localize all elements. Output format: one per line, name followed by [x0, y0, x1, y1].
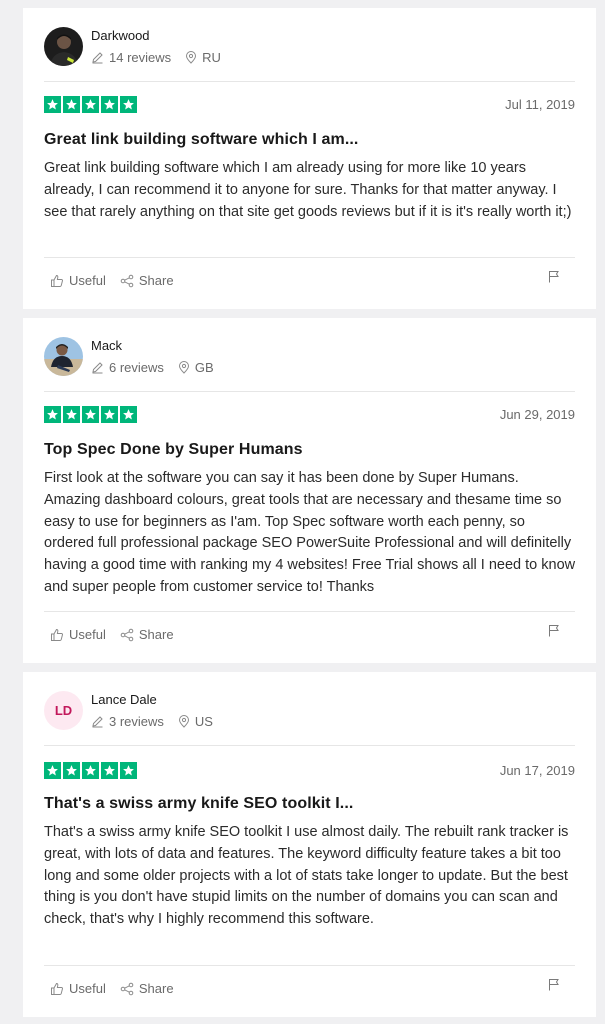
divider	[44, 745, 575, 746]
review-date: Jun 29, 2019	[499, 407, 575, 422]
review-count: 3 reviews	[109, 713, 164, 729]
country-code: GB	[194, 359, 214, 375]
useful-button[interactable]: Useful	[50, 981, 106, 996]
review-title[interactable]: Top Spec Done by Super Humans	[44, 441, 575, 459]
share-icon	[120, 982, 134, 995]
star-icon	[101, 762, 118, 779]
review-actions: Useful Share	[50, 627, 174, 642]
location-pin-icon	[178, 715, 189, 728]
pencil-icon	[92, 362, 103, 374]
pencil-icon	[92, 52, 103, 64]
star-icon	[63, 96, 80, 113]
divider	[44, 611, 575, 612]
thumbs-up-icon	[51, 982, 63, 995]
country-code: US	[194, 713, 213, 729]
consumer-name[interactable]: Lance Dale	[91, 692, 213, 708]
star-icon	[120, 762, 137, 779]
review-actions: Useful Share	[50, 981, 174, 996]
report-button[interactable]	[548, 624, 560, 642]
consumer-info[interactable]: Mack 6 reviews GB	[44, 337, 214, 376]
avatar[interactable]	[44, 337, 83, 376]
review-body: First look at the software you can say i…	[44, 470, 576, 595]
review-card: Mack 6 reviews GB Jun 29, 2019 Top Spec …	[23, 318, 596, 663]
star-rating	[44, 762, 137, 779]
report-button[interactable]	[548, 270, 560, 288]
useful-button[interactable]: Useful	[50, 627, 106, 642]
divider	[44, 965, 575, 966]
flag-icon	[549, 625, 559, 637]
review-actions: Useful Share	[50, 273, 174, 288]
avatar[interactable]	[44, 27, 83, 66]
share-button[interactable]: Share	[120, 981, 174, 996]
location-pin-icon	[178, 361, 189, 374]
review-date: Jul 11, 2019	[505, 97, 575, 112]
review-date: Jun 17, 2019	[499, 763, 575, 778]
star-icon	[120, 406, 137, 423]
useful-label: Useful	[69, 981, 106, 996]
share-icon	[120, 274, 134, 287]
star-icon	[44, 406, 61, 423]
star-icon	[120, 96, 137, 113]
consumer-name[interactable]: Darkwood	[91, 28, 221, 44]
star-icon	[63, 406, 80, 423]
location-pin-icon	[186, 51, 197, 64]
flag-icon	[549, 979, 559, 991]
useful-button[interactable]: Useful	[50, 273, 106, 288]
review-card: Darkwood 14 reviews RU Jul 11, 2019 Grea…	[23, 8, 596, 309]
share-label: Share	[138, 981, 174, 996]
review-body: That's a swiss army knife SEO toolkit I …	[44, 824, 569, 928]
share-button[interactable]: Share	[120, 273, 174, 288]
star-icon	[82, 406, 99, 423]
flag-icon	[549, 271, 559, 283]
avatar[interactable]: LD	[44, 691, 83, 730]
useful-label: Useful	[69, 273, 106, 288]
star-icon	[101, 96, 118, 113]
review-card: LD Lance Dale 3 reviews US Jun 17, 2019 …	[23, 672, 596, 1017]
share-button[interactable]: Share	[120, 627, 174, 642]
useful-label: Useful	[69, 627, 106, 642]
star-rating	[44, 406, 137, 423]
star-rating	[44, 96, 137, 113]
consumer-info[interactable]: LD Lance Dale 3 reviews US	[44, 691, 213, 730]
star-icon	[44, 762, 61, 779]
consumer-info[interactable]: Darkwood 14 reviews RU	[44, 27, 221, 66]
review-title[interactable]: That's a swiss army knife SEO toolkit I.…	[44, 795, 575, 813]
report-button[interactable]	[548, 978, 560, 996]
star-icon	[63, 762, 80, 779]
share-icon	[120, 628, 134, 641]
star-icon	[82, 762, 99, 779]
review-title[interactable]: Great link building software which I am.…	[44, 131, 575, 149]
pencil-icon	[92, 716, 103, 728]
share-label: Share	[138, 627, 174, 642]
star-icon	[82, 96, 99, 113]
country-code: RU	[202, 49, 221, 65]
divider	[44, 257, 575, 258]
thumbs-up-icon	[51, 628, 63, 641]
share-label: Share	[138, 273, 174, 288]
review-count: 14 reviews	[109, 49, 172, 65]
review-body: Great link building software which I am …	[44, 160, 572, 220]
star-icon	[101, 406, 118, 423]
divider	[44, 81, 575, 82]
review-count: 6 reviews	[109, 359, 164, 375]
divider	[44, 391, 575, 392]
thumbs-up-icon	[51, 274, 63, 287]
consumer-name[interactable]: Mack	[91, 338, 214, 354]
star-icon	[44, 96, 61, 113]
